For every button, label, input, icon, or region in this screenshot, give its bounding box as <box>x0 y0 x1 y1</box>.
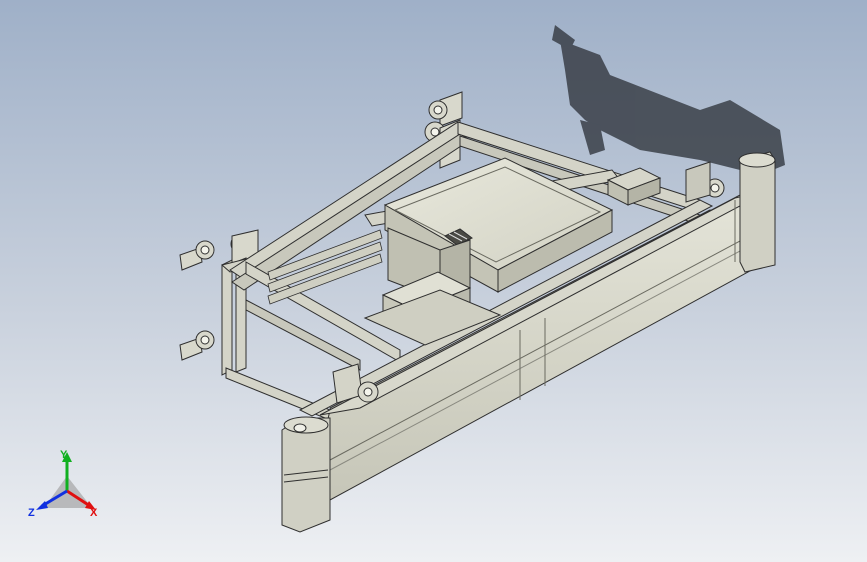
front-end-roller <box>281 416 331 533</box>
coordinate-triad: Y X Z <box>28 449 98 519</box>
x-axis-label: X <box>90 507 98 519</box>
y-axis-label: Y <box>60 449 68 461</box>
model-shadow <box>552 25 785 175</box>
cad-viewport[interactable]: Y X Z <box>0 0 867 562</box>
front-drive-unit <box>332 363 379 404</box>
z-axis-label: Z <box>28 507 35 519</box>
assembly-model[interactable] <box>0 0 867 562</box>
